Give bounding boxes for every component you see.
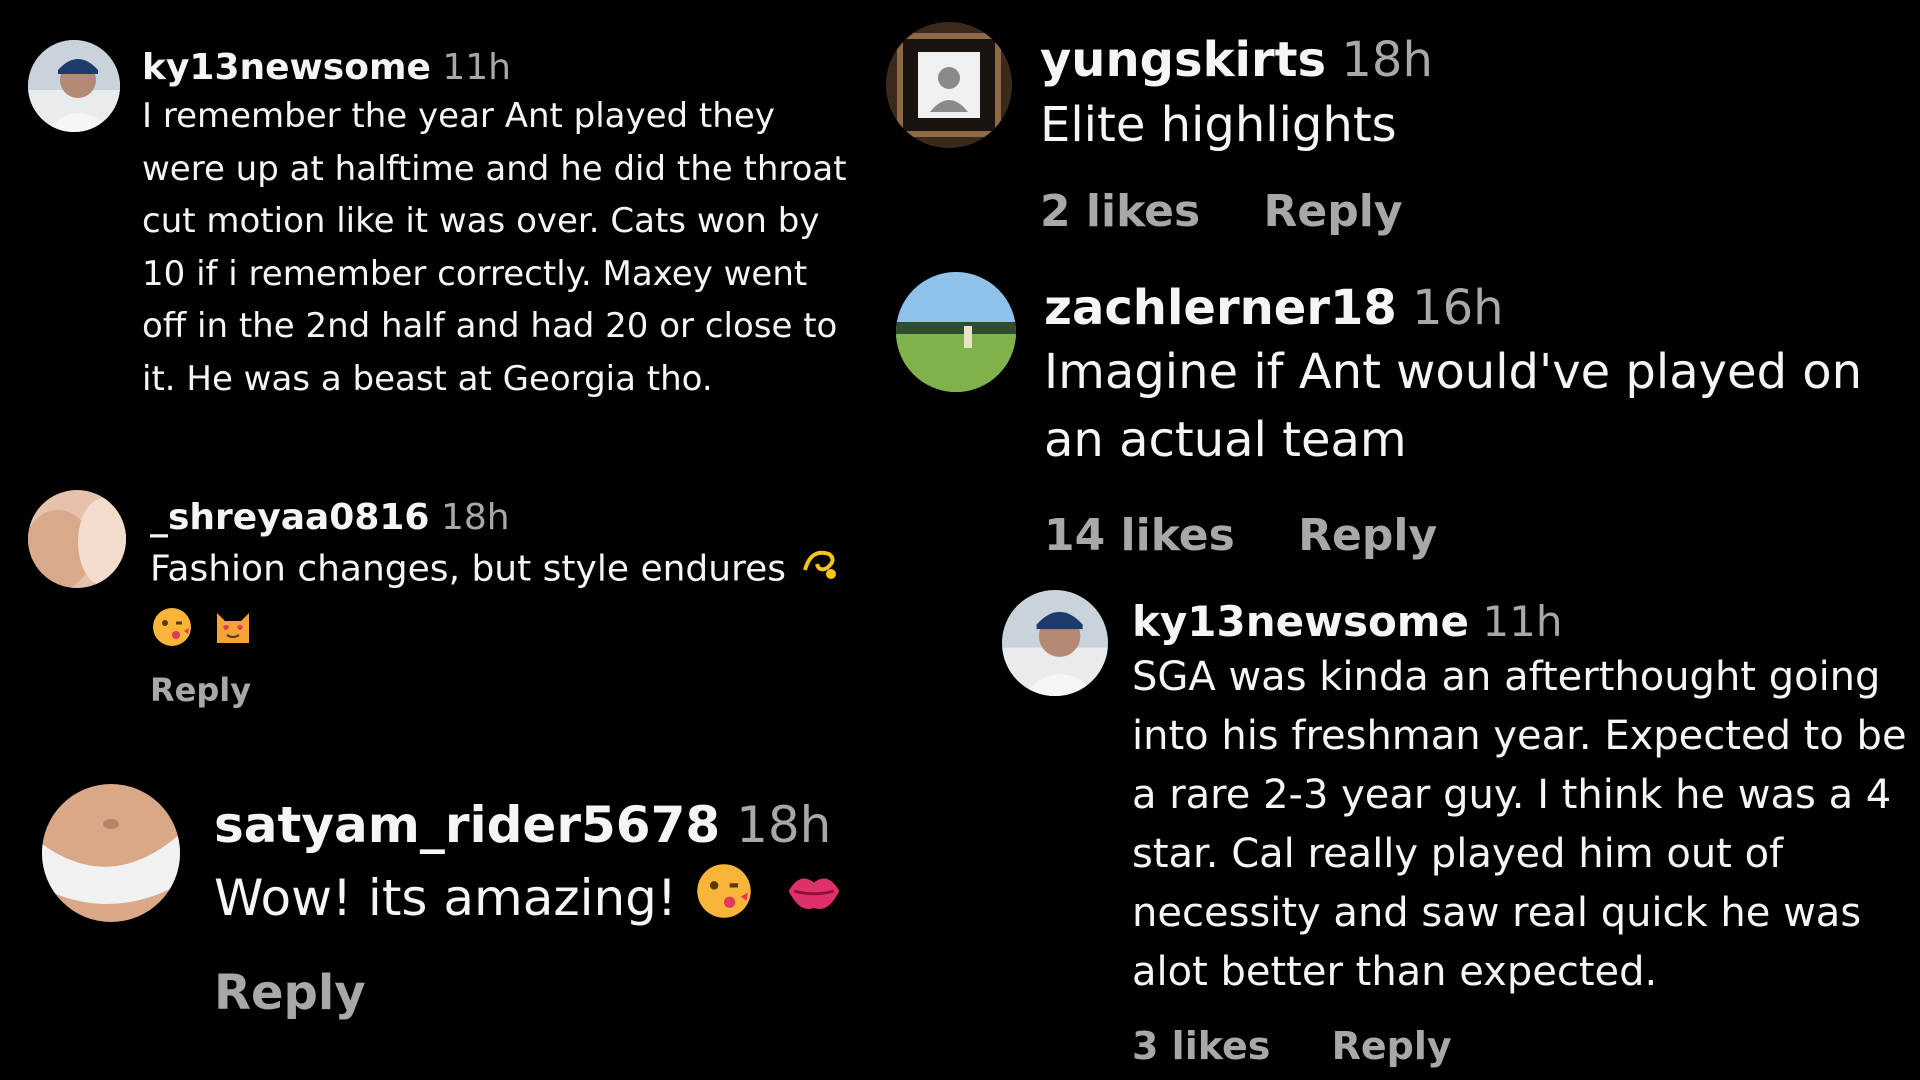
reply-button[interactable]: Reply xyxy=(150,671,251,709)
comment-text: SGA was kinda an afterthought going into… xyxy=(1132,654,1907,995)
comment-text: Imagine if Ant would've played on an act… xyxy=(1044,344,1863,468)
avatar[interactable] xyxy=(1002,590,1108,696)
comment-text: Elite highlights xyxy=(1040,97,1397,153)
emoji-row xyxy=(150,605,910,653)
comment-username[interactable]: zachlerner18 xyxy=(1044,280,1397,336)
kiss-mark-icon xyxy=(783,860,845,943)
face-blowing-kiss-icon xyxy=(693,860,755,943)
comment-text: Fashion changes, but style endures xyxy=(150,548,786,590)
comment-timestamp: 18h xyxy=(440,497,510,538)
reply-button[interactable]: Reply xyxy=(1298,510,1437,561)
comment-timestamp: 18h xyxy=(736,796,832,854)
comment-body: Wow! its amazing! xyxy=(214,860,914,943)
comment-timestamp: 18h xyxy=(1341,32,1433,88)
comment-timestamp: 11h xyxy=(1482,597,1563,646)
comment-actions: 3 likes Reply xyxy=(1132,1024,1920,1068)
avatar[interactable] xyxy=(886,22,1012,148)
dizzy-icon xyxy=(797,540,841,601)
face-blowing-kiss-icon xyxy=(150,605,194,653)
comment-text: Wow! its amazing! xyxy=(214,869,677,927)
comment-timestamp: 16h xyxy=(1412,280,1504,336)
avatar[interactable] xyxy=(42,784,180,922)
likes-count[interactable]: 2 likes xyxy=(1040,186,1200,237)
comment-timestamp: 11h xyxy=(442,47,511,88)
comment-username[interactable]: ky13newsome xyxy=(142,47,431,88)
comment-username[interactable]: _shreyaa0816 xyxy=(150,497,429,538)
avatar[interactable] xyxy=(28,40,120,132)
avatar[interactable] xyxy=(28,490,126,588)
smiling-cat-heart-eyes-icon xyxy=(211,605,255,653)
comment-actions: Reply xyxy=(150,671,910,709)
likes-count[interactable]: 3 likes xyxy=(1132,1024,1270,1068)
comment-username[interactable]: satyam_rider5678 xyxy=(214,796,720,854)
reply-button[interactable]: Reply xyxy=(1264,186,1403,237)
avatar[interactable] xyxy=(896,272,1016,392)
likes-count[interactable]: 14 likes xyxy=(1044,510,1235,561)
reply-button[interactable]: Reply xyxy=(1332,1024,1452,1068)
comment-username[interactable]: yungskirts xyxy=(1040,32,1326,88)
comment-actions: 14 likes Reply xyxy=(1044,510,1920,561)
comment-text: I remember the year Ant played they were… xyxy=(142,96,847,399)
comment-actions: 2 likes Reply xyxy=(1040,186,1920,237)
comment-actions: Reply xyxy=(214,965,914,1021)
comment-body: Fashion changes, but style endures xyxy=(150,540,910,601)
comment-username[interactable]: ky13newsome xyxy=(1132,597,1469,646)
reply-button[interactable]: Reply xyxy=(214,965,366,1021)
